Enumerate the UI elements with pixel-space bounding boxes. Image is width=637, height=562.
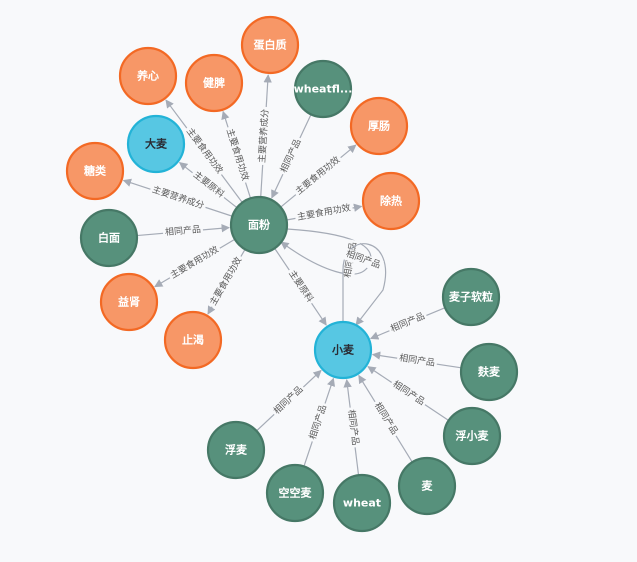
edge-fumai-xiaomai[interactable]: 相同产品 bbox=[256, 369, 322, 432]
node-label: 厚肠 bbox=[368, 119, 390, 133]
node-label: 大麦 bbox=[145, 137, 168, 151]
node-label: 麦子软粒 bbox=[449, 290, 493, 304]
node-chure[interactable]: 除热 bbox=[361, 171, 421, 231]
node-fumai[interactable]: 浮麦 bbox=[206, 420, 266, 480]
edge-baimian-mianfen[interactable]: 相同产品 bbox=[136, 223, 230, 240]
node-label: 小麦 bbox=[331, 343, 355, 357]
node-label: 糖类 bbox=[84, 164, 107, 178]
node-fuxiaomai[interactable]: 浮小麦 bbox=[442, 406, 502, 466]
edge-wheat-xiaomai[interactable]: 相同产品 bbox=[343, 378, 362, 476]
edge-mianfen-jianpi[interactable]: 主要食用功效 bbox=[221, 110, 252, 199]
edge-label: 相同产品 bbox=[389, 310, 427, 335]
node-zhike[interactable]: 止渴 bbox=[163, 310, 223, 370]
edge-maiziruanli-xiaomai[interactable]: 相同产品 bbox=[369, 307, 446, 340]
node-label: 麦 bbox=[422, 479, 434, 493]
node-baimian[interactable]: 白面 bbox=[79, 208, 139, 268]
knowledge-graph[interactable]: 主要营养成分主要食用功效 主要食用功效 相同产品主要食用功效主要原料主要营养成分主要… bbox=[0, 0, 637, 562]
node-maiziruanli[interactable]: 麦子软粒 bbox=[441, 267, 501, 327]
edge-fumai2-xiaomai[interactable]: 相同产品 bbox=[371, 351, 462, 371]
edge-mianfen-chure[interactable]: 主要食用功效 bbox=[286, 201, 363, 225]
edge-mianfen-xiaomai[interactable]: 主要原料 bbox=[274, 247, 327, 326]
node-label: 浮麦 bbox=[225, 443, 248, 457]
edge-label: 相同产品 bbox=[391, 378, 428, 408]
node-label: 空空麦 bbox=[279, 486, 313, 500]
node-label: 除热 bbox=[380, 194, 402, 208]
edge-xiaomai-xiaomai[interactable]: 相同产品 bbox=[342, 243, 387, 326]
node-mai[interactable]: 麦 bbox=[397, 456, 457, 516]
node-kongkongmai[interactable]: 空空麦 bbox=[265, 463, 325, 523]
node-damai[interactable]: 大麦 bbox=[126, 114, 186, 174]
node-label: 益肾 bbox=[118, 295, 140, 309]
edge-label: 相同产品 bbox=[398, 352, 435, 369]
edge-label: 主要食用功效 bbox=[168, 243, 221, 281]
node-label: 蛋白质 bbox=[254, 38, 287, 52]
node-label: 止渴 bbox=[182, 333, 204, 347]
node-jianpi[interactable]: 健脾 bbox=[184, 53, 244, 113]
edge-label: 主要食用功效 bbox=[207, 255, 244, 308]
node-fumai2[interactable]: 麸麦 bbox=[459, 342, 519, 402]
edge-mianfen-danbaizhi[interactable]: 主要营养成分 bbox=[256, 74, 273, 198]
node-wheatflour[interactable]: wheatfl... bbox=[294, 59, 353, 119]
node-label: 浮小麦 bbox=[456, 429, 490, 443]
node-label: 健脾 bbox=[203, 76, 225, 90]
edge-label: 主要原料 bbox=[286, 268, 316, 305]
edge-label: 相同产品 bbox=[306, 403, 329, 441]
node-label: 养心 bbox=[136, 69, 159, 83]
node-xiaomai[interactable]: 小麦 bbox=[313, 320, 373, 380]
edge-label: 主要食用功效 bbox=[184, 125, 226, 175]
edge-label: 相同产品 bbox=[345, 409, 361, 446]
edge-label: 主要食用功效 bbox=[293, 154, 342, 198]
node-houchang[interactable]: 厚肠 bbox=[349, 96, 409, 156]
node-mianfen[interactable]: 面粉 bbox=[229, 195, 289, 255]
node-label: 白面 bbox=[98, 231, 120, 245]
edge-label: 相同产品 bbox=[277, 137, 303, 175]
node-yangxin[interactable]: 养心 bbox=[118, 46, 178, 106]
node-label: wheat bbox=[343, 497, 381, 510]
node-label: wheatfl... bbox=[294, 83, 353, 96]
node-wheat[interactable]: wheat bbox=[332, 473, 392, 533]
node-label: 麸麦 bbox=[477, 365, 501, 379]
node-yishen[interactable]: 益肾 bbox=[99, 272, 159, 332]
edge-label: 相同产品 bbox=[271, 383, 306, 416]
node-danbaizhi[interactable]: 蛋白质 bbox=[240, 15, 300, 75]
edge-kongkongmai-xiaomai[interactable]: 相同产品 bbox=[303, 377, 336, 467]
edge-label: 主要食用功效 bbox=[296, 201, 351, 222]
edge-label: 主要食用功效 bbox=[224, 127, 252, 182]
node-tanglei[interactable]: 糖类 bbox=[65, 141, 125, 201]
node-label: 面粉 bbox=[248, 218, 270, 232]
